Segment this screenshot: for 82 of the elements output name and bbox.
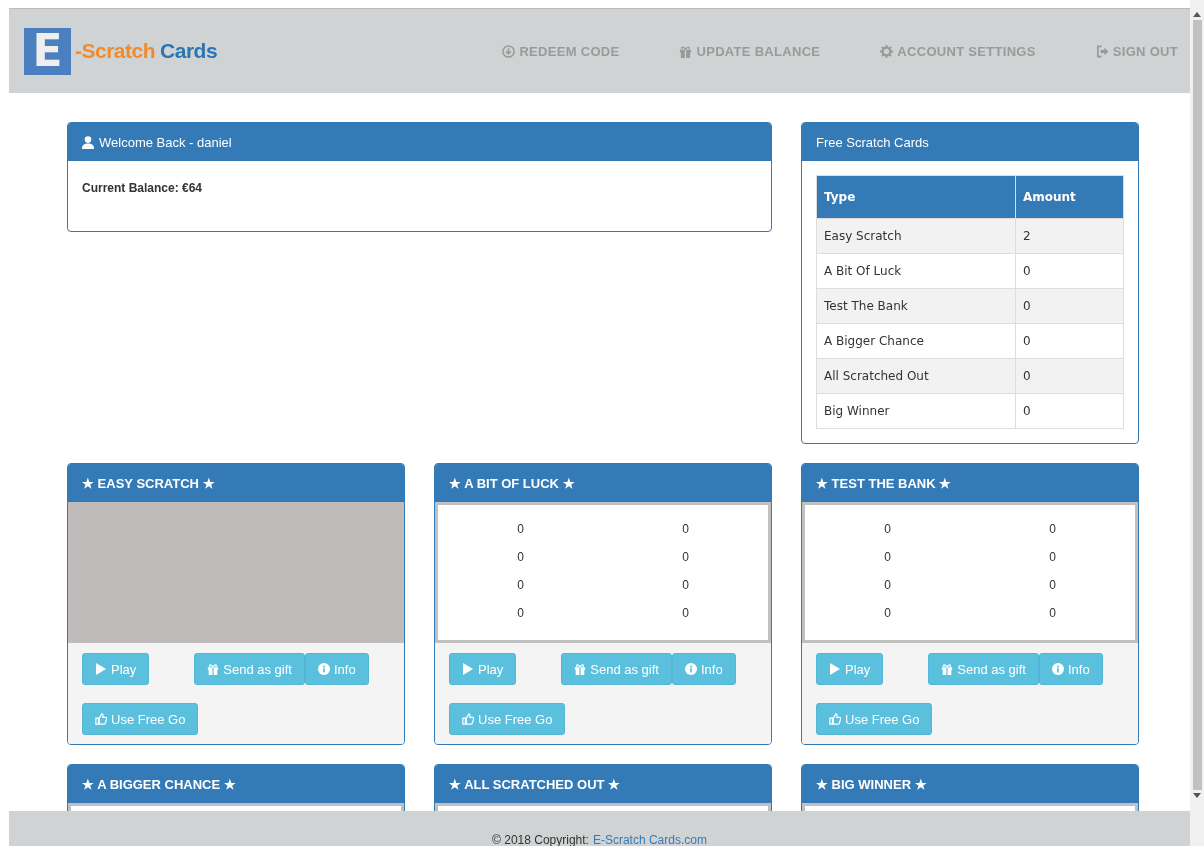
grid-number: 0	[883, 521, 892, 538]
grid-number: 0	[883, 577, 892, 594]
play-button[interactable]: Play	[449, 653, 517, 685]
table-cell: 0	[1015, 323, 1124, 359]
grid-number: 0	[1048, 605, 1057, 622]
logo-text: -Scratch	[75, 39, 156, 63]
table-cell: Test The Bank	[816, 288, 1016, 324]
table-cell: A Bit Of Luck	[816, 253, 1016, 289]
settings-icon	[880, 44, 894, 58]
use-free-go-button[interactable]: Use Free Go	[82, 703, 199, 735]
info-button[interactable]: Info	[671, 653, 736, 685]
gift-button[interactable]: Send as gift	[928, 653, 1039, 685]
play-icon	[95, 663, 107, 675]
card-title: ★ A BIT OF LUCK ★	[449, 475, 575, 491]
grid-number: 0	[516, 605, 525, 622]
grid-number: 0	[516, 577, 525, 594]
logo-letter: E	[24, 27, 71, 75]
nav-link[interactable]: REDEEM CODE	[502, 43, 620, 59]
grid-number: 0	[883, 549, 892, 566]
grid-number: 0	[516, 549, 525, 566]
gift-icon	[574, 663, 587, 675]
table-cell: 0	[1015, 253, 1124, 289]
table-cell: A Bigger Chance	[816, 323, 1016, 359]
copyright-text: © 2018 Copyright:	[492, 834, 589, 846]
footer-link[interactable]: E-Scratch Cards.com	[592, 834, 707, 846]
table-cell: Easy Scratch	[816, 218, 1016, 254]
card-title: ★ BIG WINNER ★	[816, 776, 927, 792]
grid-number: 0	[1048, 549, 1057, 566]
panel-title: Welcome Back - daniel	[99, 134, 232, 150]
gift-button[interactable]: Send as gift	[561, 653, 672, 685]
gift-icon	[679, 44, 693, 58]
download-icon	[502, 44, 516, 58]
column-header: Amount	[1015, 175, 1124, 219]
scratch-area[interactable]	[68, 502, 404, 643]
grid-number: 0	[681, 521, 690, 538]
grid-number: 0	[883, 605, 892, 622]
user-icon	[82, 135, 94, 149]
table-cell: All Scratched Out	[816, 358, 1016, 394]
grid-number: 0	[681, 549, 690, 566]
scroll-up-icon[interactable]	[1193, 11, 1201, 17]
table-cell: 2	[1015, 218, 1124, 254]
scrollbar[interactable]	[1190, 0, 1204, 846]
grid-number: 0	[681, 605, 690, 622]
grid-number: 0	[1048, 521, 1057, 538]
balance-text: Current Balance: €64	[82, 181, 203, 195]
grid-number: 0	[516, 521, 525, 538]
use-free-go-button[interactable]: Use Free Go	[816, 703, 933, 735]
info-icon	[1051, 663, 1064, 675]
nav-link[interactable]: UPDATE BALANCE	[679, 43, 821, 59]
table-cell: 0	[1015, 288, 1124, 324]
thumbs-up-icon	[95, 713, 107, 725]
play-button[interactable]: Play	[816, 653, 884, 685]
gift-button[interactable]: Send as gift	[194, 653, 305, 685]
nav-link[interactable]: ACCOUNT SETTINGS	[880, 43, 1036, 59]
card-title: ★ EASY SCRATCH ★	[82, 475, 215, 491]
sign-out-icon	[1095, 44, 1109, 58]
use-free-go-button[interactable]: Use Free Go	[449, 703, 566, 735]
scroll-thumb[interactable]	[1192, 20, 1202, 790]
play-icon	[462, 663, 474, 675]
scroll-down-icon[interactable]	[1193, 793, 1201, 799]
play-icon	[829, 663, 841, 675]
table-cell: Big Winner	[816, 393, 1016, 429]
info-icon	[317, 663, 330, 675]
grid-number: 0	[681, 577, 690, 594]
thumbs-up-icon	[829, 713, 841, 725]
table-cell: 0	[1015, 358, 1124, 394]
grid-number: 0	[1048, 577, 1057, 594]
thumbs-up-icon	[462, 713, 474, 725]
column-header: Type	[816, 175, 1016, 219]
card-title: ★ TEST THE BANK ★	[816, 475, 952, 491]
gift-icon	[941, 663, 954, 675]
card-title: ★ A BIGGER CHANCE ★	[82, 776, 236, 792]
info-button[interactable]: Info	[1038, 653, 1103, 685]
card-title: ★ ALL SCRATCHED OUT ★	[449, 776, 621, 792]
panel-title: Free Scratch Cards	[816, 134, 929, 150]
gift-icon	[207, 663, 220, 675]
play-button[interactable]: Play	[82, 653, 150, 685]
table-cell: 0	[1015, 393, 1124, 429]
nav-link[interactable]: SIGN OUT	[1095, 43, 1178, 59]
info-icon	[684, 663, 697, 675]
logo-text: Cards	[160, 39, 218, 63]
info-button[interactable]: Info	[304, 653, 369, 685]
